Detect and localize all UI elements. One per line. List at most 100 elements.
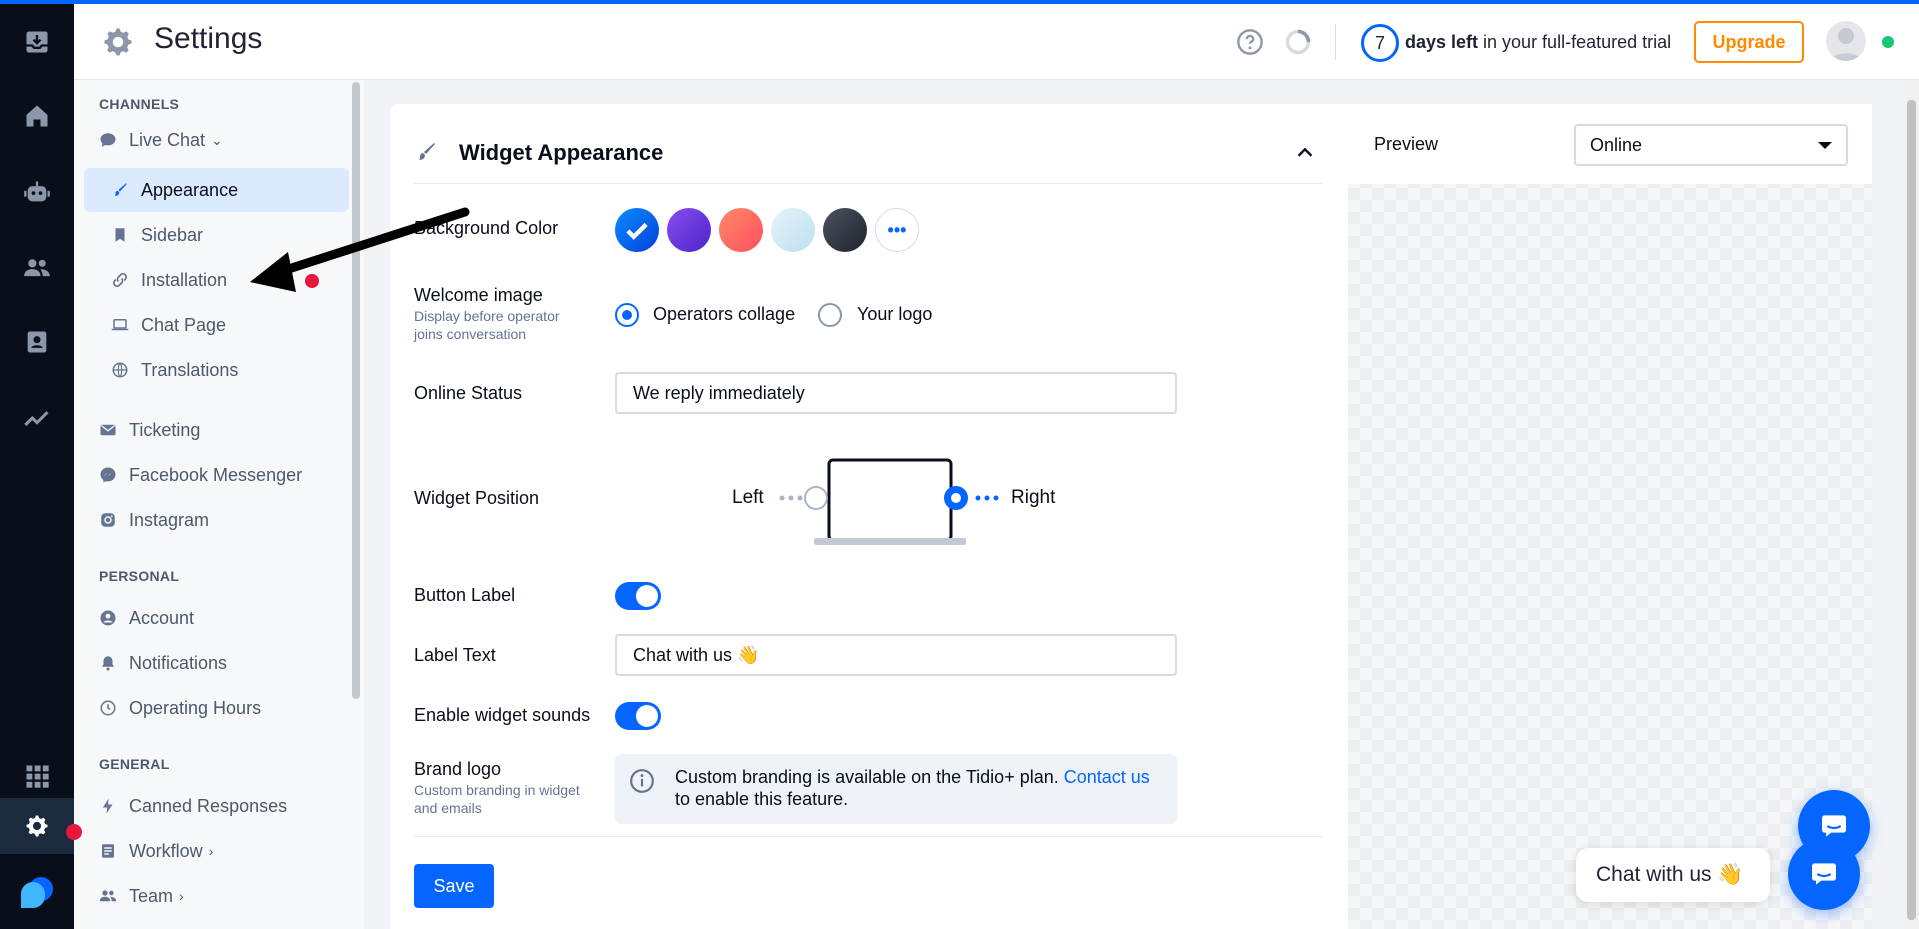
preview-label: Preview [1374, 134, 1439, 154]
color-swatch-light-blue[interactable] [771, 208, 815, 252]
section-title-personal: PERSONAL [99, 568, 180, 584]
sidebar-item-operating-hours[interactable]: Operating Hours [99, 690, 261, 726]
chat-label-bubble[interactable]: Chat with us 👋 [1576, 848, 1770, 902]
chevron-right-icon: › [179, 888, 184, 904]
chevron-down-icon: ⌄ [211, 131, 223, 148]
workflow-icon [102, 844, 114, 858]
bookmark-icon [115, 228, 125, 242]
upgrade-button[interactable]: Upgrade [1694, 21, 1804, 63]
instagram-icon [101, 513, 115, 527]
sidebar-item-workflow[interactable]: Workflow › [99, 833, 213, 869]
color-swatch-purple[interactable] [667, 208, 711, 252]
sidebar-item-instagram[interactable]: Instagram [99, 502, 209, 538]
sidebar-item-chat-page[interactable]: Chat Page [111, 307, 226, 343]
tidio-logo-icon [0, 862, 74, 922]
preview-status-select[interactable]: Online [1574, 124, 1848, 166]
position-left-label[interactable]: Left [732, 487, 764, 509]
preview-header: Preview Online [1348, 104, 1872, 184]
page-scrollbar[interactable] [1904, 80, 1919, 929]
sidebar-item-ticketing[interactable]: Ticketing [99, 412, 200, 448]
online-status-input[interactable]: We reply immediately [615, 372, 1177, 414]
home-icon[interactable] [0, 86, 74, 146]
chat-launcher-button[interactable] [1788, 838, 1860, 910]
sidebar-item-canned-responses[interactable]: Canned Responses [99, 788, 287, 824]
avatar[interactable] [1826, 21, 1866, 61]
contacts-icon[interactable] [0, 312, 74, 372]
app-rail [0, 0, 74, 929]
online-status-label: Online Status [414, 383, 523, 403]
trial-days-badge: 7 [1361, 24, 1399, 62]
settings-title-gear-icon [104, 28, 132, 56]
label-text-input[interactable]: Chat with us 👋 [615, 634, 1177, 676]
chat-icon [1812, 863, 1836, 885]
brand-logo-label: Brand logo [414, 759, 502, 779]
brush-icon [114, 183, 127, 196]
sidebar-scrollbar[interactable] [352, 82, 360, 699]
card-divider [414, 836, 1323, 837]
top-accent-bar [0, 0, 1919, 4]
contact-us-link[interactable]: Contact us [1064, 767, 1150, 787]
preview-panel: Preview Online [1348, 104, 1872, 929]
radio-operators-collage[interactable] [615, 303, 639, 327]
visitors-icon[interactable] [0, 238, 74, 298]
trial-text: days left in your full-featured trial [1405, 32, 1672, 52]
help-icon[interactable] [1236, 28, 1264, 56]
label-text-label: Label Text [414, 645, 496, 665]
bot-icon[interactable] [0, 162, 74, 222]
inbox-icon[interactable] [0, 12, 74, 72]
sidebar-item-installation[interactable]: Installation [111, 262, 227, 298]
more-colors-button[interactable]: ••• [875, 208, 919, 252]
position-right-label[interactable]: Right [1011, 487, 1055, 509]
laptop-icon [111, 319, 129, 331]
info-icon [630, 769, 654, 793]
settings-gear-icon[interactable] [0, 798, 74, 854]
button-label-label: Button Label [414, 585, 516, 605]
chat-bubble-icon [100, 133, 116, 147]
welcome-image-hint: Display before operator joins conversati… [414, 308, 560, 342]
clock-icon [100, 700, 116, 716]
brand-logo-hint: Custom branding in widget and emails [414, 782, 580, 816]
button-label-toggle[interactable] [615, 582, 661, 610]
branding-info-text: Custom branding is available on the Tidi… [675, 767, 1150, 809]
laptop-screen [827, 458, 953, 542]
page-scrollbar-thumb[interactable] [1907, 100, 1916, 920]
header-separator [1335, 24, 1336, 60]
sidebar-item-notifications[interactable]: Notifications [99, 645, 227, 681]
brush-icon [419, 143, 435, 160]
sidebar-item-live-chat[interactable]: Live Chat ⌄ [99, 122, 223, 158]
sidebar-item-sidebar[interactable]: Sidebar [111, 217, 203, 253]
widget-position-diagram [779, 458, 999, 545]
apps-grid-icon[interactable] [0, 746, 74, 806]
color-swatch-blue[interactable] [615, 208, 659, 252]
widget-sounds-toggle[interactable] [615, 702, 661, 730]
sidebar-item-translations[interactable]: Translations [111, 352, 238, 388]
radio-your-logo-label: Your logo [857, 304, 933, 324]
color-swatch-coral[interactable] [719, 208, 763, 252]
sidebar-item-team[interactable]: Team › [99, 878, 184, 914]
check-icon [626, 222, 648, 240]
sidebar-item-facebook-messenger[interactable]: Facebook Messenger [99, 457, 302, 493]
position-right-dots [975, 495, 999, 501]
caret-down-icon [1818, 142, 1832, 149]
bolt-icon [102, 798, 113, 814]
section-title-general: GENERAL [99, 756, 170, 772]
top-header: Settings 7 days left in your full-featur… [74, 4, 1919, 80]
analytics-icon[interactable] [0, 388, 74, 448]
sidebar-item-account[interactable]: Account [99, 600, 194, 636]
laptop-base [814, 538, 966, 545]
radio-your-logo[interactable] [818, 303, 842, 327]
position-left-radio[interactable] [804, 486, 828, 510]
widget-position-label: Widget Position [414, 488, 540, 508]
online-status-dot [1882, 36, 1894, 48]
sidebar-item-appearance[interactable]: Appearance [111, 172, 238, 208]
settings-notification-dot [66, 824, 82, 840]
chevron-up-icon[interactable] [1294, 142, 1316, 164]
globe-icon [112, 362, 128, 378]
team-icon [99, 890, 117, 902]
loading-ring-icon[interactable] [1284, 28, 1312, 56]
bell-icon [102, 656, 114, 671]
branding-info-box: Custom branding is available on the Tidi… [615, 754, 1177, 824]
widget-appearance-card: Widget Appearance Background Color ••• W… [390, 104, 1348, 929]
save-button[interactable]: Save [414, 864, 494, 908]
color-swatch-dark[interactable] [823, 208, 867, 252]
